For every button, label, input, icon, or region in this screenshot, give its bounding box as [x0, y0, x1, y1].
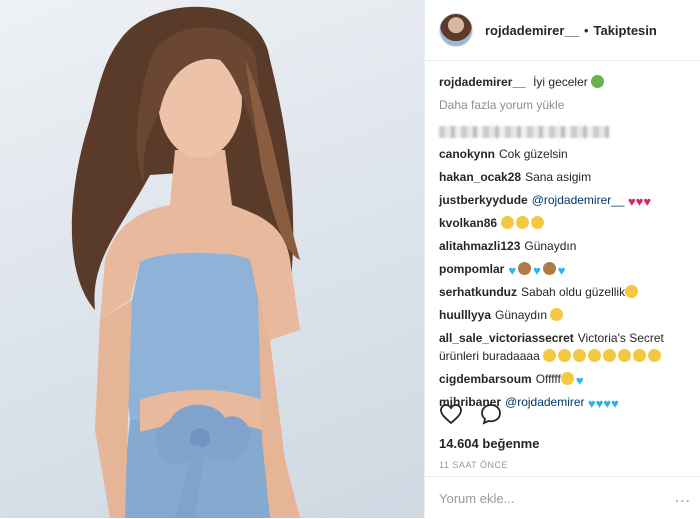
- blue-heart-emoji-icon: ♥: [575, 373, 584, 388]
- ok-hand-emoji-icon: [560, 372, 574, 385]
- comment-username[interactable]: all_sale_victoriassecret: [439, 331, 574, 345]
- comment-username[interactable]: alitahmazli123: [439, 239, 520, 253]
- blue-heart-emoji-icon: ♥: [508, 263, 517, 278]
- post-header: rojdademirer__ • Takiptesin: [425, 0, 700, 61]
- blue-heart-emoji-icon: ♥: [533, 263, 541, 278]
- face-emoji-icon: [618, 349, 632, 362]
- comment-row: cigdembarsoum Offfff ♥: [439, 370, 687, 388]
- face-emoji-icon: [543, 349, 557, 362]
- comment-username[interactable]: cigdembarsoum: [439, 372, 532, 386]
- rabbit-emoji-icon: [518, 262, 532, 275]
- action-bar: [439, 402, 503, 431]
- heart-eyes-emoji-icon: [516, 216, 530, 229]
- caption: rojdademirer__ İyi geceler: [439, 73, 687, 91]
- blue-heart-emoji-icon: ♥♥♥♥: [587, 396, 619, 411]
- comment-text: Cok güzelsin: [499, 147, 568, 161]
- face-emoji-icon: [591, 75, 605, 88]
- more-options-icon[interactable]: ...: [675, 489, 691, 507]
- face-emoji-icon: [648, 349, 662, 362]
- comment-mention-link[interactable]: @rojdademirer__: [532, 193, 625, 207]
- post-window: rojdademirer__ • Takiptesin rojdademirer…: [0, 0, 700, 518]
- comment-text: Offfff: [535, 372, 561, 386]
- face-emoji-icon: [603, 349, 617, 362]
- avatar[interactable]: [439, 13, 473, 47]
- comment-username[interactable]: hakan_ocak28: [439, 170, 521, 184]
- comment-text: Sana asigim: [525, 170, 592, 184]
- comment-mention-link[interactable]: @rojdademirer: [505, 395, 585, 409]
- load-more-comments-link[interactable]: Daha fazla yorum yükle: [439, 96, 687, 114]
- comment-username[interactable]: canokynn: [439, 147, 495, 161]
- face-emoji-icon: [633, 349, 647, 362]
- smile-emoji-icon: [625, 285, 639, 298]
- comment-row: huulllyya Günaydın: [439, 306, 687, 324]
- comment-text: Günaydın: [495, 308, 548, 322]
- face-emoji-icon: [588, 349, 602, 362]
- add-comment-bar: Yorum ekle... ...: [425, 476, 700, 519]
- smile-emoji-icon: [550, 308, 564, 321]
- caption-text: İyi geceler: [533, 75, 588, 89]
- face-emoji-icon: [558, 349, 572, 362]
- comment-input[interactable]: Yorum ekle...: [439, 491, 514, 506]
- comment-icon[interactable]: [479, 402, 503, 431]
- comment-text: Günaydın: [524, 239, 577, 253]
- side-panel: rojdademirer__ • Takiptesin rojdademirer…: [424, 0, 700, 518]
- blurred-comment: [439, 122, 687, 140]
- post-photo[interactable]: [0, 0, 424, 518]
- comment-username[interactable]: pompomlar: [439, 262, 504, 276]
- heart-emoji-icon: ♥♥♥: [627, 194, 652, 209]
- comment-row: canokynn Cok güzelsin: [439, 145, 687, 163]
- comment-row: serhatkunduz Sabah oldu güzellik: [439, 283, 687, 301]
- bear-emoji-icon: [542, 262, 556, 275]
- comment-username[interactable]: kvolkan86: [439, 216, 497, 230]
- comment-row: pompomlar ♥ ♥ ♥: [439, 260, 687, 278]
- blurred-text: [439, 125, 609, 138]
- header-username[interactable]: rojdademirer__: [485, 23, 579, 38]
- woman-photo: [71, 6, 300, 518]
- comment-username[interactable]: justberkyydude: [439, 193, 528, 207]
- comment-username[interactable]: serhatkunduz: [439, 285, 517, 299]
- face-emoji-icon: [573, 349, 587, 362]
- comment-row: alitahmazli123 Günaydın: [439, 237, 687, 255]
- like-count[interactable]: 14.604 beğenme: [439, 436, 539, 451]
- comment-text: Sabah oldu güzellik: [521, 285, 626, 299]
- header-separator: •: [583, 22, 589, 38]
- follow-status-button[interactable]: Takiptesin: [594, 23, 657, 38]
- heart-icon[interactable]: [439, 402, 463, 431]
- comment-list: rojdademirer__ İyi geceler Daha fazla yo…: [425, 61, 700, 411]
- blue-heart-emoji-icon: ♥: [557, 263, 566, 278]
- comment-row: kvolkan86: [439, 214, 687, 232]
- comment-username[interactable]: huulllyya: [439, 308, 491, 322]
- comment-row: hakan_ocak28 Sana asigim: [439, 168, 687, 186]
- comment-row: all_sale_victoriassecret Victoria's Secre…: [439, 329, 687, 365]
- comment-row: justberkyydude @rojdademirer__ ♥♥♥: [439, 191, 687, 209]
- heart-eyes-emoji-icon: [501, 216, 515, 229]
- heart-eyes-emoji-icon: [531, 216, 545, 229]
- caption-username[interactable]: rojdademirer__: [439, 75, 526, 89]
- timestamp: 11 SAAT ÖNCE: [439, 460, 509, 470]
